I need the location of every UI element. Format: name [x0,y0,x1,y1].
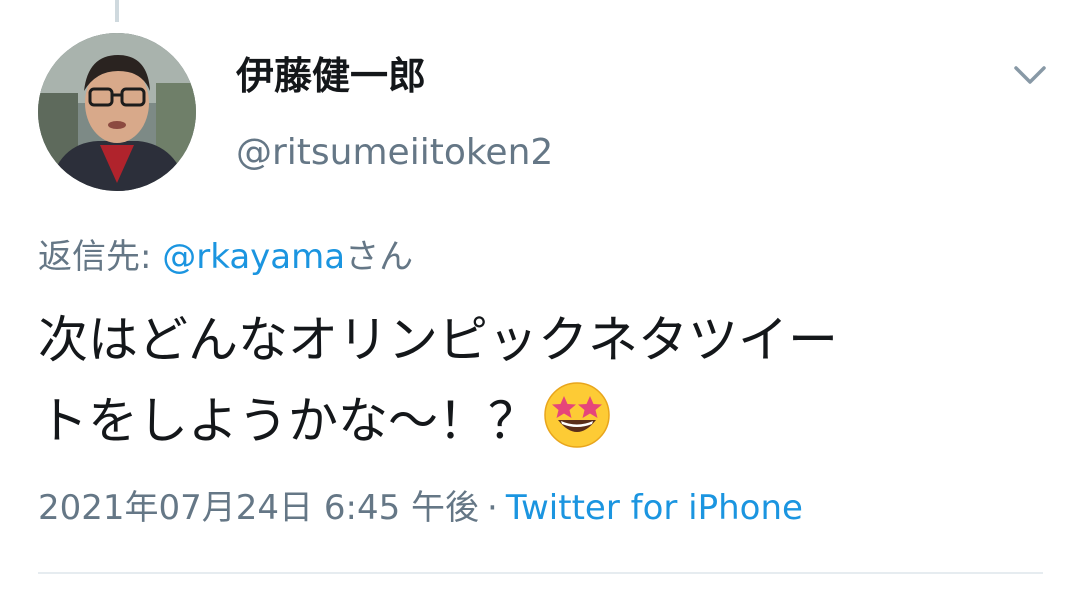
meta-separator: · [487,488,498,528]
chevron-down-icon [1014,66,1046,84]
thread-connector-line [115,0,119,22]
author-handle[interactable]: @ritsumeiitoken2 [236,130,553,176]
tweet-menu-button[interactable] [1008,58,1052,90]
reply-prefix: 返信先: [38,237,163,277]
tweet-text-line: トをしようかな〜！？ [38,380,1048,461]
reply-mention-link[interactable]: @rkayama [162,237,345,277]
profile-photo-icon [38,33,196,191]
star-struck-emoji-icon [542,380,612,450]
tweet-text-line-2: トをしようかな〜！？ [38,392,538,450]
author-display-name[interactable]: 伊藤健一郎 [236,52,426,100]
reply-context: 返信先: @rkayamaさん [38,234,413,280]
avatar[interactable] [38,33,196,191]
tweet-source-link[interactable]: Twitter for iPhone [506,488,803,528]
tweet-timestamp[interactable]: 2021年07月24日 6:45 午後 [38,488,479,528]
divider [38,572,1043,574]
reply-suffix: さん [345,237,414,277]
tweet-text: 次はどんなオリンピックネタツイー トをしようかな〜！？ [38,300,1048,461]
tweet-text-line: 次はどんなオリンピックネタツイー [38,311,838,369]
tweet-metadata: 2021年07月24日 6:45 午後 · Twitter for iPhone [38,485,803,531]
